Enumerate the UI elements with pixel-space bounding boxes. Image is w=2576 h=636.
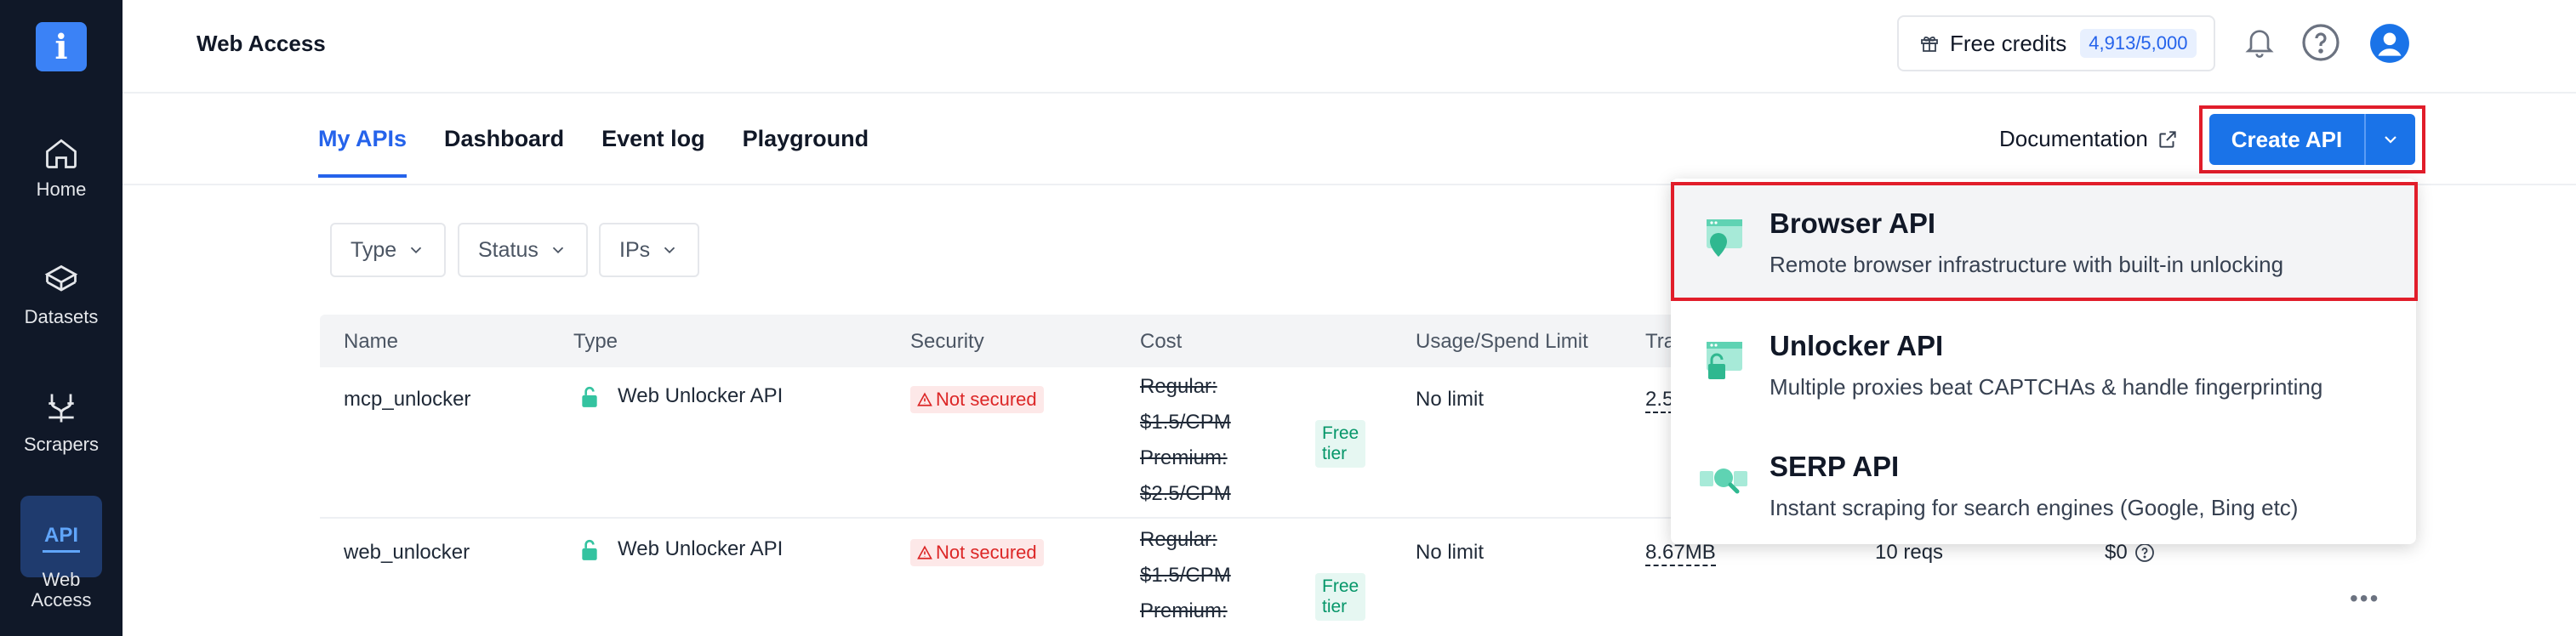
serp-api-icon <box>1700 468 1747 494</box>
menu-item-unlocker-api[interactable]: Unlocker API Multiple proxies beat CAPTC… <box>1671 306 2416 422</box>
menu-item-serp-api[interactable]: SERP API Instant scraping for search eng… <box>1671 427 2416 542</box>
column-header-cost[interactable]: Cost <box>1140 330 1182 354</box>
sidebar-item-label: Datasets <box>24 306 99 327</box>
chevron-down-icon <box>411 247 422 254</box>
create-api-button-group: Create API <box>2209 114 2415 165</box>
sidebar-item-label: Scrapers <box>23 434 100 455</box>
tab-dashboard[interactable]: Dashboard <box>444 126 564 178</box>
usage-limit: No limit <box>1416 541 1485 564</box>
free-tier-badge: Free tier <box>1315 420 1366 468</box>
cost-line: $2.5/CPM <box>1140 482 1231 505</box>
sidebar: i Home Datasets Scrapers API Web Access <box>0 0 123 636</box>
gift-icon <box>1921 36 1938 52</box>
help-icon[interactable] <box>2300 22 2341 63</box>
bell-icon[interactable] <box>2243 22 2277 63</box>
cost-line: $1.5/CPM <box>1140 564 1231 587</box>
security-label: Not secured <box>936 389 1037 410</box>
filter-type[interactable]: Type <box>330 223 447 277</box>
traffic-value[interactable]: 8.67MB <box>1645 541 1716 566</box>
filter-status[interactable]: Status <box>458 223 588 277</box>
warning-icon <box>917 392 932 406</box>
menu-item-description: Multiple proxies beat CAPTCHAs & handle … <box>1770 374 2323 400</box>
unlocker-api-icon <box>1707 342 1742 379</box>
sidebar-item-web-access[interactable]: API Web Access <box>0 519 123 610</box>
usage-limit: No limit <box>1416 388 1485 411</box>
chevron-down-icon <box>2385 136 2396 144</box>
status-badge: Not secured <box>910 539 1044 566</box>
api-type: Web Unlocker API <box>580 537 783 561</box>
home-icon <box>46 139 77 168</box>
credits-badge: 4,913/5,000 <box>2080 29 2197 58</box>
documentation-link[interactable]: Documentation <box>1999 126 2179 152</box>
menu-item-title: Unlocker API <box>1770 330 1944 361</box>
api-name[interactable]: mcp_unlocker <box>344 388 470 412</box>
column-header-security[interactable]: Security <box>910 330 984 354</box>
page-title: Web Access <box>197 31 326 56</box>
logo[interactable]: i <box>36 22 87 71</box>
status-badge: Not secured <box>910 386 1044 413</box>
column-header-type[interactable]: Type <box>573 330 618 354</box>
more-options-icon[interactable]: ••• <box>2350 585 2379 612</box>
cost-line: Regular: <box>1140 528 1217 551</box>
sidebar-item-scrapers[interactable]: Scrapers <box>0 389 123 456</box>
scraper-icon <box>48 394 74 423</box>
create-api-dropdown-toggle[interactable] <box>2366 114 2415 165</box>
tab-event-log[interactable]: Event log <box>601 126 705 178</box>
column-header-name[interactable]: Name <box>344 330 398 354</box>
traffic-value[interactable]: 2.5 <box>1645 388 1674 413</box>
layers-icon <box>44 264 78 292</box>
cost-details: Regular: $1.5/CPM Premium: <box>1140 522 1231 629</box>
menu-item-title: SERP API <box>1770 451 1900 482</box>
requests-value: 10 reqs <box>1875 541 1944 564</box>
filter-label: Type <box>350 237 397 262</box>
sidebar-item-label: Home <box>36 179 87 200</box>
spend-amount: $0 <box>2105 541 2128 564</box>
security-label: Not secured <box>936 542 1037 563</box>
cost-line: Premium: <box>1140 599 1228 622</box>
filter-label: Status <box>478 237 539 262</box>
chevron-down-icon <box>664 247 675 254</box>
unlock-icon <box>582 539 597 560</box>
external-link-icon <box>2159 130 2176 148</box>
menu-item-description: Instant scraping for search engines (Goo… <box>1770 495 2299 520</box>
cost-line: Regular: <box>1140 375 1217 398</box>
create-api-button[interactable]: Create API <box>2209 114 2366 165</box>
free-tier-badge: Free tier <box>1315 573 1366 621</box>
column-header-limit[interactable]: Usage/Spend Limit <box>1416 330 1588 354</box>
credits-label: Free credits <box>1950 30 2067 56</box>
chevron-down-icon <box>552 247 564 254</box>
browser-api-highlight <box>1671 182 2418 301</box>
cost-line: $1.5/CPM <box>1140 411 1231 434</box>
documentation-label: Documentation <box>1999 126 2148 151</box>
api-name[interactable]: web_unlocker <box>344 541 470 565</box>
filter-ips[interactable]: IPs <box>599 223 700 277</box>
tab-my-apis[interactable]: My APIs <box>318 126 407 178</box>
api-type-label: Web Unlocker API <box>618 384 784 407</box>
sidebar-item-datasets[interactable]: Datasets <box>0 262 123 328</box>
unlock-icon <box>582 386 597 407</box>
free-credits-button[interactable]: Free credits 4,913/5,000 <box>1897 15 2215 71</box>
warning-icon <box>917 545 932 559</box>
api-type: Web Unlocker API <box>580 384 783 408</box>
sidebar-item-home[interactable]: Home <box>0 134 123 201</box>
cost-line: Premium: <box>1140 446 1228 469</box>
api-icon: API <box>43 519 80 553</box>
api-type-label: Web Unlocker API <box>618 537 784 560</box>
filter-label: IPs <box>619 237 651 262</box>
tab-playground[interactable]: Playground <box>743 126 869 178</box>
user-avatar-icon[interactable] <box>2368 22 2411 65</box>
spend-value: $0 <box>2105 541 2155 565</box>
help-icon[interactable] <box>2134 542 2155 563</box>
cost-details: Regular: $1.5/CPM Premium: $2.5/CPM <box>1140 369 1231 512</box>
sidebar-item-label: Web Access <box>31 569 92 610</box>
tab-bar: My APIs Dashboard Event log Playground <box>318 126 869 178</box>
